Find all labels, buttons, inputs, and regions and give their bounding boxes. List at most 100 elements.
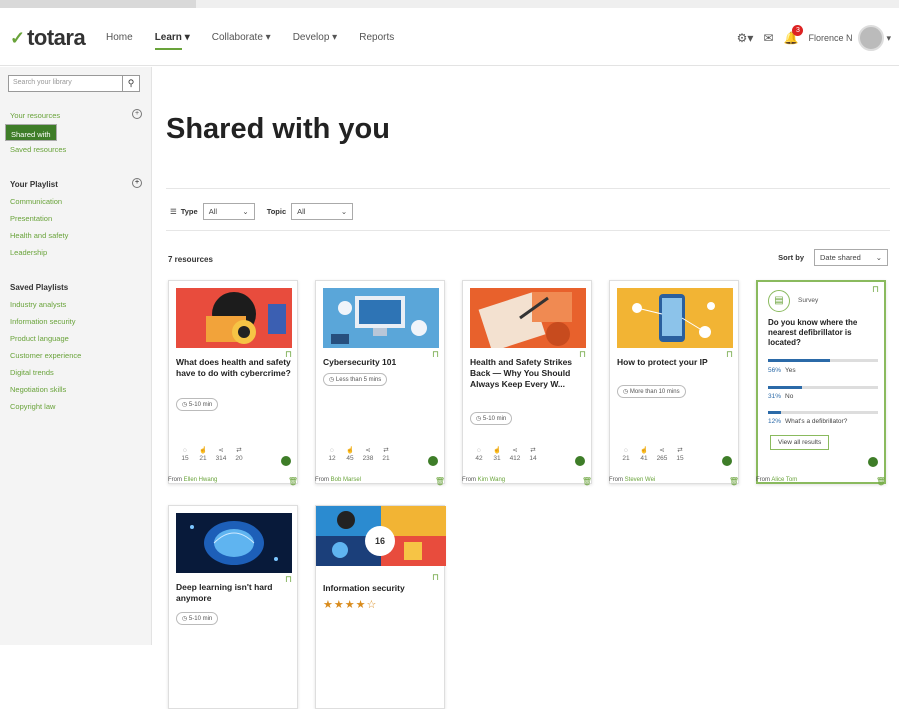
saved-playlists-heading: Saved Playlists	[10, 283, 69, 292]
menu-collaborate[interactable]: Collaborate ▾	[212, 32, 271, 43]
mail-icon[interactable]: ✉	[763, 31, 773, 45]
result-bar	[768, 386, 878, 389]
resource-card[interactable]: ⊓ Deep learning isn't hard anymore ◷ 5-1…	[168, 505, 298, 709]
add-playlist-icon[interactable]: +	[132, 178, 142, 188]
sidebar-item-saved-playlist[interactable]: Copyright law	[0, 398, 152, 415]
logo-text: totara	[27, 25, 86, 50]
from-name[interactable]: Steven Wei	[625, 477, 656, 483]
add-resource-icon[interactable]: +	[132, 109, 142, 119]
sidebar-item-playlist[interactable]: Leadership	[0, 244, 152, 261]
trash-icon[interactable]: 🗑	[729, 477, 739, 486]
view-results-button[interactable]: View all results	[770, 435, 830, 450]
reshare-count: 15	[676, 455, 684, 462]
rating-stars: ★★★★☆	[323, 599, 378, 611]
resource-card[interactable]: ⊓ What does health and safety have to do…	[168, 280, 298, 484]
search-input[interactable]: Search your library	[9, 76, 122, 91]
search-icon[interactable]: ⚲	[122, 76, 139, 91]
survey-label: Survey	[798, 297, 819, 304]
sidebar-item-saved-playlist[interactable]: Digital trends	[0, 364, 152, 381]
from-name[interactable]: Alice Tom	[771, 477, 797, 483]
trash-icon[interactable]: 🗑	[288, 477, 298, 486]
sort-value: Date shared	[820, 253, 861, 262]
bell-icon[interactable]: 🔔 3	[784, 25, 804, 45]
top-strip	[0, 0, 899, 8]
access-icon	[868, 457, 878, 467]
comment-stat[interactable]: ◌ 12	[323, 447, 341, 463]
bookmark-icon[interactable]: ⊓	[872, 284, 879, 295]
playlist-heading-label: Your Playlist	[10, 180, 58, 189]
topic-filter-select[interactable]: All ⌄	[291, 203, 354, 220]
resource-card[interactable]: ⊓ Health and Safety Strikes Back — Why Y…	[462, 280, 592, 484]
comment-stat[interactable]: ◌ 42	[470, 447, 488, 463]
sidebar-item-saved-playlist[interactable]: Information security	[0, 313, 152, 330]
share-stat[interactable]: ⋖ 238	[359, 447, 377, 463]
comment-stat[interactable]: ◌ 15	[176, 447, 194, 463]
menu-home[interactable]: Home	[106, 32, 133, 43]
reshare-stat[interactable]: ⇄ 20	[230, 447, 248, 463]
survey-card[interactable]: ▤ Survey ⊓ Do you know where the nearest…	[756, 280, 886, 484]
duration-pill: ◷ 5-10 min	[176, 398, 219, 411]
card-thumbnail	[617, 288, 733, 348]
menu-reports[interactable]: Reports	[359, 32, 394, 43]
sidebar-item-saved-playlist[interactable]: Customer experience	[0, 347, 152, 364]
discussion-count-badge: 16	[365, 526, 395, 556]
menu-develop[interactable]: Develop ▾	[293, 32, 338, 43]
result-percent: 56%	[768, 367, 782, 374]
filter-bar: ☰ Type All ⌄ Topic All ⌄	[170, 203, 365, 220]
sidebar-item-shared-with-you[interactable]: Shared with you	[5, 124, 57, 152]
trash-icon[interactable]: 🗑	[876, 477, 886, 486]
totara-logo[interactable]: ✓ totara	[10, 25, 86, 51]
user-name[interactable]: Florence N	[808, 33, 852, 43]
sort-label: Sort by	[778, 253, 804, 262]
bookmark-icon[interactable]: ⊓	[432, 572, 439, 583]
reshare-stat[interactable]: ⇄ 15	[671, 447, 689, 463]
share-stat[interactable]: ⋖ 314	[212, 447, 230, 463]
duration-pill: ◷ More than 10 mins	[617, 385, 686, 398]
shared-from: From Steven Wei	[609, 477, 739, 483]
share-stat[interactable]: ⋖ 412	[506, 447, 524, 463]
type-filter-select[interactable]: All ⌄	[202, 203, 255, 220]
reshare-stat[interactable]: ⇄ 21	[377, 447, 395, 463]
reshare-count: 21	[382, 455, 390, 462]
shared-from: From Ellen Hwang	[168, 477, 298, 483]
gear-icon[interactable]: ⚙▾	[737, 31, 754, 45]
sidebar-item-saved-playlist[interactable]: Product language	[0, 330, 152, 347]
sidebar-item-playlist[interactable]: Presentation	[0, 210, 152, 227]
like-stat[interactable]: ☝ 31	[488, 447, 506, 463]
sidebar-item-playlist[interactable]: Health and safety	[0, 227, 152, 244]
resource-card[interactable]: 16 ⊓ Information security ★★★★☆	[315, 505, 446, 709]
from-label: From	[168, 477, 184, 483]
menu-develop-label: Develop	[292, 32, 330, 43]
reshare-stat[interactable]: ⇄ 14	[524, 447, 542, 463]
trash-icon[interactable]: 🗑	[582, 477, 592, 486]
result-bar-fill	[768, 359, 830, 362]
card-footer: From Bob Marsel 🗑	[315, 477, 445, 487]
chevron-down-icon: ⌄	[875, 253, 882, 262]
like-stat[interactable]: ☝ 45	[341, 447, 359, 463]
sort-select[interactable]: Date shared ⌄	[814, 249, 888, 266]
playlist-heading: Your Playlist +	[0, 176, 152, 193]
sidebar-item-saved-resources[interactable]: Saved resources	[0, 141, 152, 158]
trash-icon[interactable]: 🗑	[435, 477, 445, 486]
sidebar-item-saved-playlist[interactable]: Negotiation skills	[0, 381, 152, 398]
chevron-down-icon: ⌄	[340, 207, 348, 216]
menu-learn-label: Learn	[154, 32, 182, 43]
resource-card[interactable]: ⊓ How to protect your IP ◷ More than 10 …	[609, 280, 739, 484]
card-footer: From Kim Wang 🗑	[462, 477, 592, 487]
sidebar-item-your-resources[interactable]: Your resources +	[0, 107, 152, 124]
sidebar-item-playlist[interactable]: Communication	[0, 193, 152, 210]
from-name[interactable]: Ellen Hwang	[184, 477, 218, 483]
sidebar-item-saved-playlist[interactable]: Industry analysts	[0, 296, 152, 313]
access-icon	[722, 456, 732, 466]
chevron-down-icon[interactable]: ▾	[886, 33, 891, 44]
result-label: 12% What's a defibrillator?	[768, 418, 847, 425]
avatar[interactable]	[858, 25, 885, 51]
menu-learn[interactable]: Learn ▾	[154, 32, 190, 50]
like-stat[interactable]: ☝ 41	[635, 447, 653, 463]
share-stat[interactable]: ⋖ 265	[653, 447, 671, 463]
from-name[interactable]: Kim Wang	[478, 477, 505, 483]
like-stat[interactable]: ☝ 21	[194, 447, 212, 463]
from-name[interactable]: Bob Marsel	[331, 477, 361, 483]
comment-stat[interactable]: ◌ 21	[617, 447, 635, 463]
resource-card[interactable]: ⊓ Cybersecurity 101 ◷ Less than 5 mins ◌…	[315, 280, 445, 484]
